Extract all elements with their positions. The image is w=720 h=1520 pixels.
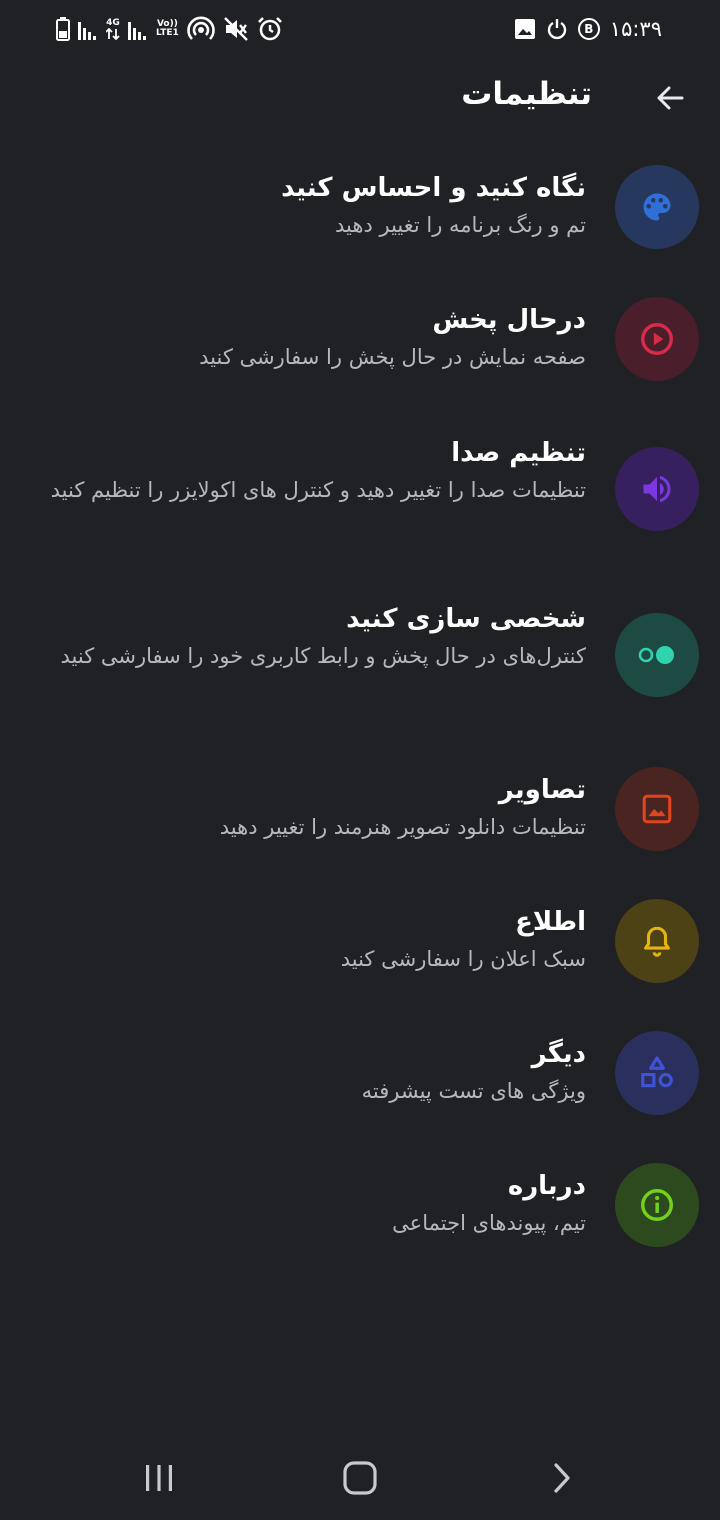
- bell-icon: [615, 899, 699, 983]
- setting-subtitle: تیم، پیوندهای اجتماعی: [392, 1211, 586, 1235]
- mute-icon: [223, 16, 249, 42]
- back-nav-button[interactable]: [534, 1452, 590, 1508]
- palette-icon: [615, 165, 699, 249]
- back-button[interactable]: [644, 74, 696, 126]
- recents-icon: [144, 1464, 174, 1496]
- setting-title: اطلاع: [515, 907, 586, 937]
- setting-now-playing[interactable]: درحال پخش صفحه نمایش در حال پخش را سفارش…: [0, 273, 720, 406]
- network-4g-icon: 4G: [106, 17, 120, 40]
- setting-about[interactable]: درباره تیم، پیوندهای اجتماعی: [0, 1141, 720, 1274]
- app-bar: تنظیمات: [0, 62, 720, 134]
- setting-title: درحال پخش: [432, 305, 586, 335]
- power-icon: [546, 18, 568, 40]
- setting-subtitle: صفحه نمایش در حال پخش را سفارشی کنید: [199, 345, 586, 369]
- status-left-icons: 4G Vo)) LTE1: [56, 14, 283, 44]
- setting-title: نگاه کنید و احساس کنید: [281, 173, 586, 203]
- system-navigation-bar: [0, 1440, 720, 1520]
- toggle-dots-icon: [615, 613, 699, 697]
- setting-subtitle: تم و رنگ برنامه را تغییر دهید: [335, 213, 586, 237]
- setting-audio[interactable]: تنظیم صدا تنظیمات صدا را تغییر دهید و کن…: [0, 406, 720, 572]
- arrow-back-icon: [654, 82, 686, 118]
- setting-images[interactable]: تصاویر تنظیمات دانلود تصویر هنرمند را تغ…: [0, 742, 720, 875]
- play-circle-icon: [615, 297, 699, 381]
- volte-icon: Vo)) LTE1: [156, 19, 179, 38]
- info-icon: [615, 1163, 699, 1247]
- setting-title: درباره: [507, 1171, 586, 1201]
- status-bar: 4G Vo)) LTE1 B ۱۵:۳۹: [0, 0, 720, 56]
- volume-icon: [615, 447, 699, 531]
- status-clock: ۱۵:۳۹: [609, 17, 662, 41]
- network-type-label: 4G: [106, 17, 120, 28]
- setting-subtitle: سبک اعلان را سفارشی کنید: [340, 947, 586, 971]
- gallery-notification-icon: [514, 18, 536, 40]
- setting-other[interactable]: دیگر ویژگی های تست پیشرفته: [0, 1008, 720, 1141]
- recents-button[interactable]: [131, 1452, 187, 1508]
- setting-title: دیگر: [531, 1039, 586, 1069]
- b-badge-icon: B: [577, 18, 600, 40]
- status-right-icons: B ۱۵:۳۹: [514, 14, 662, 44]
- alarm-icon: [257, 16, 283, 42]
- setting-subtitle: تنظیمات صدا را تغییر دهید و کنترل های اک…: [50, 478, 586, 502]
- home-button[interactable]: [332, 1452, 388, 1508]
- settings-list: نگاه کنید و احساس کنید تم و رنگ برنامه ر…: [0, 140, 720, 1274]
- home-icon: [343, 1461, 377, 1499]
- setting-title: تنظیم صدا: [451, 438, 586, 468]
- battery-icon: [56, 17, 70, 41]
- setting-personalize[interactable]: شخصی سازی کنید کنترل‌های در حال پخش و را…: [0, 572, 720, 742]
- back-nav-icon: [552, 1463, 572, 1497]
- hotspot-icon: [187, 16, 215, 42]
- shapes-icon: [615, 1031, 699, 1115]
- setting-title: تصاویر: [498, 775, 586, 805]
- signal-bars-2-icon: [128, 18, 148, 40]
- setting-subtitle: تنظیمات دانلود تصویر هنرمند را تغییر دهی…: [219, 815, 586, 839]
- setting-look-and-feel[interactable]: نگاه کنید و احساس کنید تم و رنگ برنامه ر…: [0, 140, 720, 273]
- setting-subtitle: کنترل‌های در حال پخش و رابط کاربری خود ر…: [60, 644, 587, 668]
- signal-bars-icon: [78, 18, 98, 40]
- page-title: تنظیمات: [461, 76, 592, 112]
- setting-subtitle: ویژگی های تست پیشرفته: [361, 1079, 586, 1103]
- setting-title: شخصی سازی کنید: [346, 604, 586, 634]
- setting-notification[interactable]: اطلاع سبک اعلان را سفارشی کنید: [0, 875, 720, 1008]
- image-icon: [615, 767, 699, 851]
